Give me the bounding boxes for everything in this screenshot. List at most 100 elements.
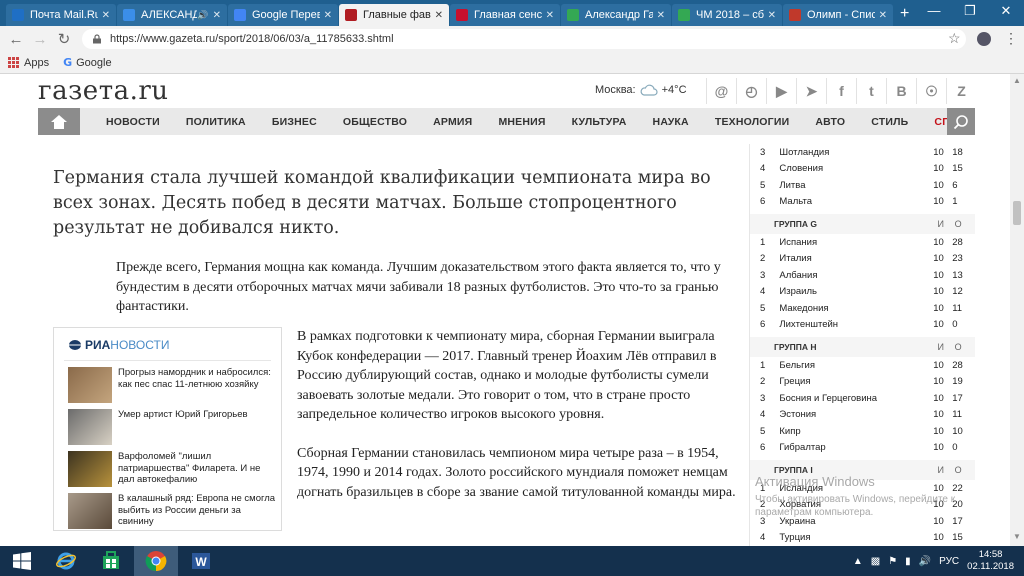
standings-pos: 5	[760, 425, 766, 437]
taskbar-store[interactable]	[89, 546, 133, 576]
standings-g: 10	[933, 532, 944, 544]
vk-icon[interactable]: B	[886, 78, 916, 104]
facebook-icon[interactable]: f	[826, 78, 856, 104]
scroll-down-icon[interactable]: ▼	[1013, 532, 1021, 541]
bookmark-apps-label: Apps	[24, 56, 50, 69]
standings-pos: 5	[760, 179, 766, 191]
tab-close-icon[interactable]: ✕	[879, 10, 887, 21]
battery-icon[interactable]: ▮	[905, 556, 911, 567]
telegram-icon[interactable]: ➤	[796, 78, 826, 104]
nav-item[interactable]: ТЕХНОЛОГИИ	[715, 116, 790, 128]
news-headline[interactable]: Прогрыз намордник и набросился: как пес …	[118, 367, 278, 403]
internet-explorer-icon	[56, 552, 76, 570]
browser-tab[interactable]: Google Перевод ✕	[228, 4, 338, 26]
show-hidden-icons-icon[interactable]: ▲	[853, 556, 863, 567]
standings-pos: 5	[760, 302, 766, 314]
page-scrollbar[interactable]: ▲ ▼	[1010, 74, 1024, 546]
browser-tab[interactable]: ЧМ 2018 – сбор ✕	[672, 4, 782, 26]
tab-close-icon[interactable]: ✕	[102, 10, 110, 21]
bookmark-google-label: Google	[76, 56, 112, 69]
minimize-icon[interactable]: —	[916, 0, 952, 22]
odnoklassniki-icon[interactable]: ☉	[916, 78, 946, 104]
profile-avatar[interactable]	[977, 32, 991, 46]
browser-tab[interactable]: Почта Mail.Ru ✕	[6, 4, 116, 26]
browser-tab[interactable]: Главная сенсация ✕	[450, 4, 560, 26]
ria-news-item[interactable]: В калашный ряд: Европа не смогла выбить …	[68, 493, 281, 529]
close-window-icon[interactable]: ✕	[988, 0, 1024, 22]
browser-tab[interactable]: Александр Гаш ✕	[561, 4, 671, 26]
nav-item[interactable]: ПОЛИТИКА	[186, 116, 246, 128]
scroll-up-icon[interactable]: ▲	[1013, 76, 1021, 85]
browser-menu-icon[interactable]: ⋮	[1004, 30, 1018, 47]
taskbar-chrome[interactable]	[134, 546, 178, 576]
start-button[interactable]	[0, 546, 44, 576]
nav-item[interactable]: СТИЛЬ	[871, 116, 908, 128]
browser-tab[interactable]: Олимп - Список ✕	[783, 4, 893, 26]
search-button[interactable]	[947, 108, 975, 135]
nav-item[interactable]: НАУКА	[653, 116, 689, 128]
news-thumbnail[interactable]	[68, 367, 112, 403]
standings-row: 1 Бельгия 10 28	[750, 357, 975, 374]
flag-icon[interactable]: ⚑	[888, 556, 897, 567]
standings-g: 10	[933, 163, 944, 175]
scrollbar-thumb[interactable]	[1013, 201, 1021, 225]
new-tab-icon[interactable]: +	[900, 5, 909, 23]
news-thumbnail[interactable]	[68, 493, 112, 529]
ria-news-item[interactable]: Варфоломей "лишил патриаршества" Филарет…	[68, 451, 281, 487]
news-headline[interactable]: В калашный ряд: Европа не смогла выбить …	[118, 493, 278, 529]
reload-icon[interactable]: ↻	[52, 30, 76, 48]
network-icon[interactable]: ▩	[871, 556, 880, 567]
youtube-icon[interactable]: ▶	[766, 78, 796, 104]
twitter-icon[interactable]: t	[856, 78, 886, 104]
news-headline[interactable]: Умер артист Юрий Григорьев	[118, 409, 278, 445]
zen-icon[interactable]: Z	[946, 78, 976, 104]
bookmark-apps[interactable]: Apps	[8, 57, 49, 69]
bookmark-google[interactable]: G Google	[63, 56, 112, 69]
tab-close-icon[interactable]: ✕	[768, 10, 776, 21]
news-thumbnail[interactable]	[68, 409, 112, 445]
tab-close-icon[interactable]: ✕	[657, 10, 665, 21]
browser-tab[interactable]: АЛЕКСАНДР🔊 ✕	[117, 4, 227, 26]
nav-item[interactable]: ОБЩЕСТВО	[343, 116, 407, 128]
standings-team: Израиль	[779, 286, 817, 298]
nav-item[interactable]: АРМИЯ	[433, 116, 472, 128]
taskbar-ie[interactable]	[44, 546, 88, 576]
standings-pos: 3	[760, 269, 766, 281]
tab-close-icon[interactable]: ✕	[213, 10, 221, 21]
chrome-icon	[145, 551, 167, 572]
tab-close-icon[interactable]: ✕	[324, 10, 332, 21]
nav-item[interactable]: МНЕНИЯ	[498, 116, 545, 128]
article-body: В рамках подготовки к чемпионату мира, с…	[297, 327, 743, 521]
weather-widget: Москва: +4°C	[595, 84, 687, 96]
email-icon[interactable]: @	[706, 78, 736, 104]
nav-item[interactable]: АВТО	[815, 116, 845, 128]
back-icon[interactable]: ←	[4, 31, 28, 48]
clock[interactable]: 14:58 02.11.2018	[967, 549, 1014, 573]
nav-item[interactable]: КУЛЬТУРА	[572, 116, 627, 128]
maximize-icon[interactable]: ❐	[952, 0, 988, 22]
tab-close-icon[interactable]: ✕	[435, 10, 443, 21]
browser-tab[interactable]: Главные фавориты ✕	[339, 4, 449, 26]
bookmark-star-icon[interactable]: ☆	[948, 30, 961, 47]
volume-icon[interactable]: 🔊	[919, 556, 931, 567]
col-games-header: И	[937, 219, 944, 229]
address-bar[interactable]: https://www.gazeta.ru/sport/2018/06/03/a…	[82, 29, 966, 49]
input-language[interactable]: РУС	[939, 556, 959, 567]
site-logo[interactable]: газета.ru	[38, 76, 169, 106]
ria-news-item[interactable]: Умер артист Юрий Григорьев	[68, 409, 281, 445]
url-text: https://www.gazeta.ru/sport/2018/06/03/a…	[110, 33, 394, 45]
ria-logo[interactable]: РИА НОВОСТИ	[54, 328, 281, 352]
ria-news-item[interactable]: Прогрыз намордник и набросился: как пес …	[68, 367, 281, 403]
news-headline[interactable]: Варфоломей "лишил патриаршества" Филарет…	[118, 451, 278, 487]
nav-item[interactable]: БИЗНЕС	[272, 116, 317, 128]
tab-close-icon[interactable]: ✕	[546, 10, 554, 21]
news-thumbnail[interactable]	[68, 451, 112, 487]
taskbar-word[interactable]: W	[179, 546, 223, 576]
tab-audio-icon[interactable]: 🔊	[197, 10, 208, 21]
nav-item[interactable]: НОВОСТИ	[106, 116, 160, 128]
rss-icon[interactable]: ◴	[736, 78, 766, 104]
forward-icon[interactable]: →	[28, 31, 52, 48]
standings-p: 19	[952, 376, 963, 388]
lock-icon	[93, 34, 101, 44]
home-button[interactable]	[38, 108, 80, 135]
